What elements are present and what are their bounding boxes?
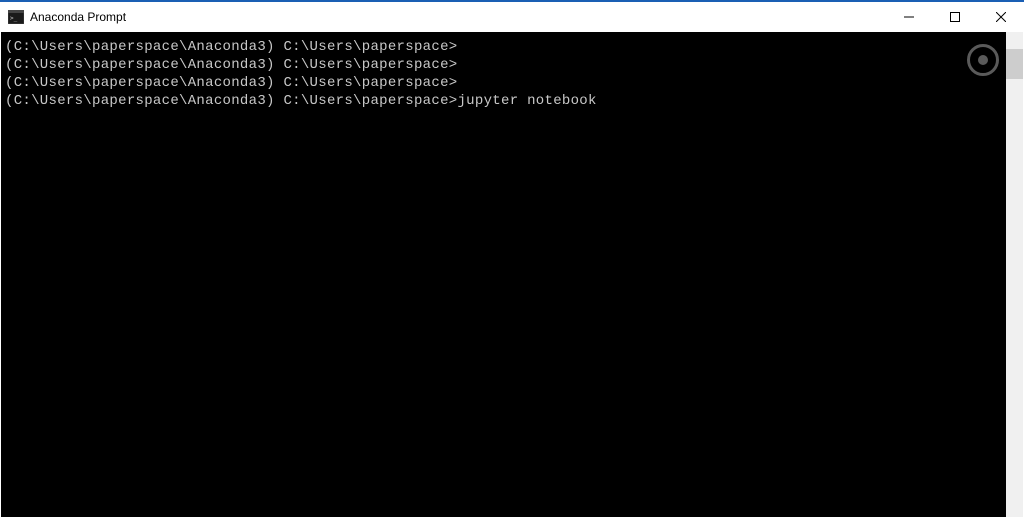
- maximize-icon: [950, 12, 960, 22]
- console-icon: >_: [8, 9, 24, 25]
- terminal-line: (C:\Users\paperspace\Anaconda3) C:\Users…: [5, 92, 1002, 110]
- scrollbar-thumb[interactable]: [1006, 49, 1023, 79]
- terminal-prompt: (C:\Users\paperspace\Anaconda3) C:\Users…: [5, 39, 457, 55]
- terminal-line: (C:\Users\paperspace\Anaconda3) C:\Users…: [5, 56, 1002, 74]
- maximize-button[interactable]: [932, 2, 978, 32]
- terminal-prompt: (C:\Users\paperspace\Anaconda3) C:\Users…: [5, 57, 457, 73]
- terminal-prompt: (C:\Users\paperspace\Anaconda3) C:\Users…: [5, 93, 457, 109]
- vertical-scrollbar[interactable]: [1006, 32, 1023, 517]
- terminal-command: jupyter notebook: [457, 93, 596, 109]
- svg-text:>_: >_: [10, 15, 18, 22]
- terminal-line: (C:\Users\paperspace\Anaconda3) C:\Users…: [5, 38, 1002, 56]
- titlebar[interactable]: >_ Anaconda Prompt: [0, 2, 1024, 32]
- close-button[interactable]: [978, 2, 1024, 32]
- minimize-icon: [904, 12, 914, 22]
- terminal-prompt: (C:\Users\paperspace\Anaconda3) C:\Users…: [5, 75, 457, 91]
- window-controls: [886, 2, 1024, 32]
- app-window: >_ Anaconda Prompt (C:\U: [0, 0, 1024, 518]
- terminal-container: (C:\Users\paperspace\Anaconda3) C:\Users…: [1, 32, 1023, 517]
- minimize-button[interactable]: [886, 2, 932, 32]
- window-title: Anaconda Prompt: [30, 10, 886, 24]
- terminal-output[interactable]: (C:\Users\paperspace\Anaconda3) C:\Users…: [1, 32, 1006, 517]
- terminal-line: (C:\Users\paperspace\Anaconda3) C:\Users…: [5, 74, 1002, 92]
- close-icon: [996, 12, 1006, 22]
